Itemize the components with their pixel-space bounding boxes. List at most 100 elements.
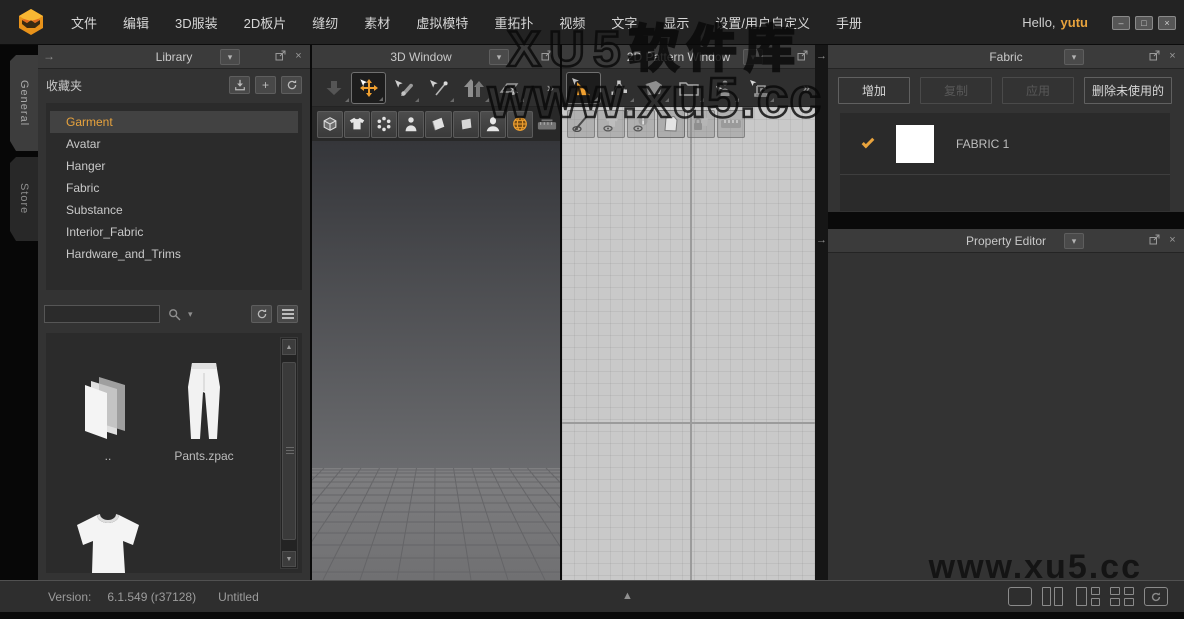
menu-item-material[interactable]: 素材 (351, 13, 403, 32)
pin-tool-icon[interactable] (421, 72, 456, 104)
hide-toolbar-arrow-icon[interactable] (316, 72, 351, 104)
maximize-button[interactable]: □ (1135, 16, 1153, 30)
layout-split-right-icon[interactable] (1076, 587, 1100, 606)
menu-item-manual[interactable]: 手册 (823, 13, 875, 32)
property-editor-title: Property Editor (965, 234, 1047, 248)
refresh-icon[interactable] (281, 76, 302, 94)
close-icon[interactable]: × (1166, 234, 1179, 247)
show-fabric-a-icon[interactable] (425, 110, 452, 138)
fabric-swatch[interactable] (896, 125, 934, 163)
close-button[interactable]: × (1158, 16, 1176, 30)
file-item-pants[interactable]: Pants.zpac (158, 359, 250, 463)
show-3d-cube-icon[interactable] (317, 110, 344, 138)
popout-icon[interactable] (797, 50, 810, 63)
show-garment-2d-icon[interactable] (597, 110, 625, 138)
tab-general[interactable]: General (10, 55, 38, 151)
measure-tape-icon[interactable] (534, 111, 560, 138)
show-garment-icon[interactable] (344, 110, 371, 138)
show-annotation-icon[interactable] (627, 110, 655, 138)
library-item-interior-fabric[interactable]: Interior_Fabric (50, 221, 298, 243)
pattern-measure-icon[interactable] (717, 110, 745, 138)
avatar-select-tool-icon[interactable] (706, 72, 741, 104)
2d-window-dropdown-button[interactable]: ▾ (743, 49, 763, 65)
search-icon[interactable] (168, 308, 181, 321)
menu-item-retopology[interactable]: 重拓扑 (481, 13, 546, 32)
edit-pattern-tool-icon[interactable] (601, 72, 636, 104)
show-avatar-icon[interactable] (398, 110, 425, 138)
scrollbar-thumb[interactable] (282, 362, 296, 540)
tab-store[interactable]: Store (10, 157, 38, 241)
fabric-copy-button[interactable]: 复制 (920, 77, 992, 104)
3d-viewport[interactable] (312, 141, 560, 580)
fabric-list-item[interactable]: FABRIC 1 (840, 113, 1170, 175)
shirt-thumbnail-icon (62, 493, 154, 573)
fabric-dropdown-button[interactable]: ▾ (1064, 49, 1084, 65)
menu-item-2d-pattern[interactable]: 2D板片 (231, 13, 300, 32)
browser-refresh-icon[interactable] (251, 305, 272, 323)
menu-item-avatar[interactable]: 虚拟模特 (403, 13, 481, 32)
toolbar-overflow-icon[interactable]: » (803, 80, 810, 95)
lock-pattern-icon[interactable] (687, 110, 715, 138)
minimize-button[interactable]: – (1112, 16, 1130, 30)
library-item-fabric[interactable]: Fabric (50, 177, 298, 199)
layout-quad-icon[interactable] (1110, 587, 1134, 606)
fabric-add-button[interactable]: 增加 (838, 77, 910, 104)
flatten-tool-icon[interactable] (491, 72, 526, 104)
library-dropdown-button[interactable]: ▾ (220, 49, 240, 65)
popout-icon[interactable] (1149, 50, 1162, 63)
collapse-property-icon[interactable]: → (816, 234, 827, 246)
menu-item-3d-garment[interactable]: 3D服装 (162, 13, 231, 32)
add-icon[interactable]: + (255, 76, 276, 94)
transform-pattern-tool-icon[interactable]: ◣ (566, 71, 601, 104)
pattern-piece-tool-icon[interactable] (636, 72, 671, 104)
sewing-machine-tool-icon[interactable] (741, 72, 776, 104)
show-seamlines-icon[interactable] (371, 110, 398, 138)
expand-statusbar-icon[interactable]: ▲ (622, 590, 633, 602)
scroll-up-icon[interactable]: ▲ (282, 339, 296, 355)
show-avatar-head-icon[interactable] (479, 110, 506, 138)
layout-reset-icon[interactable] (1144, 587, 1168, 606)
property-editor-header: Property Editor ▾ × (828, 229, 1184, 253)
menu-item-display[interactable]: 显示 (650, 13, 702, 32)
search-input[interactable] (44, 305, 160, 323)
fabric-apply-button[interactable]: 应用 (1002, 77, 1074, 104)
library-item-garment[interactable]: Garment (50, 111, 298, 133)
close-icon[interactable]: × (1166, 50, 1179, 63)
menu-item-settings[interactable]: 设置/用户自定义 (702, 13, 823, 32)
file-item-parent-folder[interactable]: .. (62, 359, 154, 463)
show-fabric-b-icon[interactable] (452, 110, 479, 138)
menu-item-sewing[interactable]: 缝纫 (299, 13, 351, 32)
browser-scrollbar[interactable]: ▲ ▼ (280, 337, 298, 569)
list-view-icon[interactable] (277, 305, 298, 323)
show-sketch-icon[interactable] (567, 110, 595, 138)
move-tool-icon[interactable] (351, 71, 386, 104)
collapse-fabric-icon[interactable]: → (816, 50, 827, 62)
file-item-shirt[interactable] (62, 493, 154, 573)
username[interactable]: yutu (1061, 15, 1088, 30)
library-item-hardware-trims[interactable]: Hardware_and_Trims (50, 243, 298, 265)
search-filter-dropdown-icon[interactable]: ▾ (188, 309, 193, 320)
show-pattern-outline-icon[interactable] (657, 110, 685, 138)
menu-item-file[interactable]: 文件 (58, 13, 110, 32)
globe-map-icon[interactable] (506, 110, 533, 138)
folder-tool-icon[interactable] (671, 72, 706, 104)
import-icon[interactable] (229, 76, 250, 94)
menu-item-video[interactable]: 视频 (546, 13, 598, 32)
layout-single-icon[interactable] (1008, 587, 1032, 606)
library-search-row: ▾ (44, 301, 304, 327)
library-item-hanger[interactable]: Hanger (50, 155, 298, 177)
select-brush-tool-icon[interactable] (386, 72, 421, 104)
2d-pattern-canvas[interactable] (562, 107, 815, 580)
menu-item-edit[interactable]: 编辑 (110, 13, 162, 32)
library-item-substance[interactable]: Substance (50, 199, 298, 221)
3d-window-dropdown-button[interactable]: ▾ (489, 49, 509, 65)
property-editor-dropdown-button[interactable]: ▾ (1064, 233, 1084, 249)
toolbar-overflow-icon[interactable]: » (547, 80, 554, 95)
library-item-avatar[interactable]: Avatar (50, 133, 298, 155)
fold-arrangement-tool-icon[interactable] (456, 72, 491, 104)
popout-icon[interactable] (1149, 234, 1162, 247)
scroll-down-icon[interactable]: ▼ (282, 551, 296, 567)
layout-two-pane-icon[interactable] (1042, 587, 1066, 606)
fabric-delete-unused-button[interactable]: 删除未使用的 (1084, 77, 1172, 104)
menu-item-text[interactable]: 文字 (598, 13, 650, 32)
